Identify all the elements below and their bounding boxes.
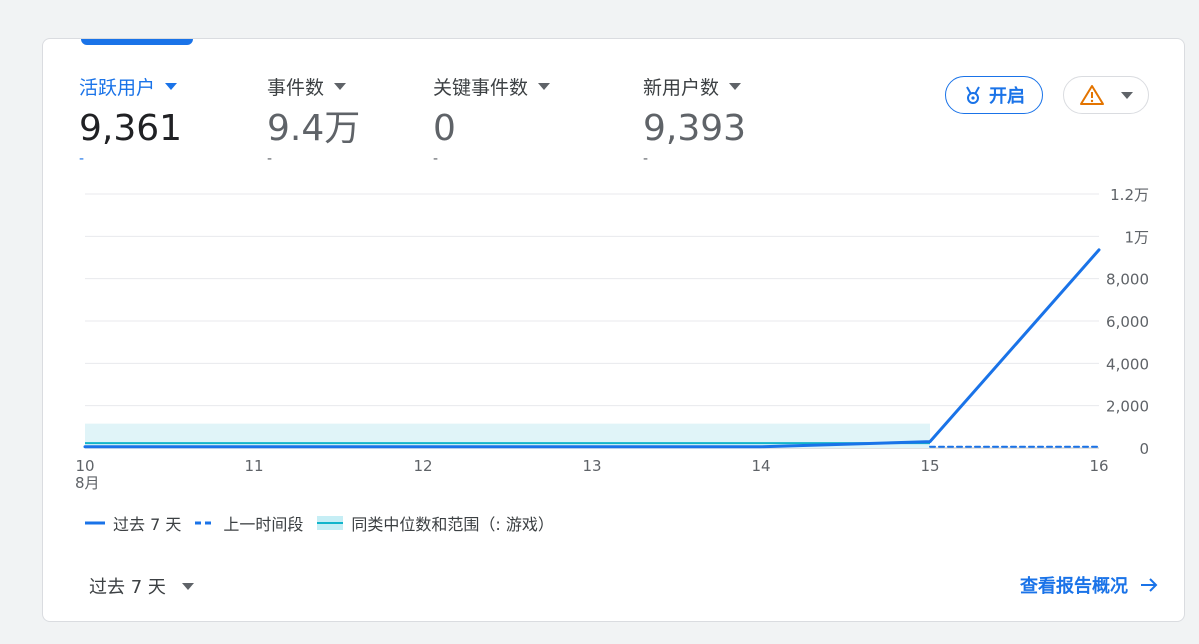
legend-item-current: 过去 7 天 (85, 511, 181, 535)
legend-swatch-band (317, 516, 344, 530)
chart-legend: 过去 7 天 上一时间段 同类中位数和范围（: 游戏） (85, 511, 568, 535)
period-label: 过去 7 天 (89, 577, 166, 598)
period-dropdown[interactable]: 过去 7 天 (89, 573, 194, 599)
y-tick-label: 1万 (1124, 228, 1149, 246)
legend-item-benchmark: 同类中位数和范围（: 游戏） (317, 511, 554, 535)
report-link-label: 查看报告概况 (1020, 576, 1128, 597)
overview-card: 活跃用户 9,361 - 事件数 9.4万 - 关键事件数 0 - 新用户数 9… (42, 38, 1185, 622)
legend-swatch-solid (85, 521, 105, 525)
line-chart: 0 2,000 4,000 6,000 8,000 1万 1.2万 10 11 12 13 14 15 1… (75, 186, 1149, 492)
legend-label: 同类中位数和范围（: 游戏） (351, 515, 554, 534)
legend-label: 上一时间段 (223, 515, 304, 534)
x-tick-label: 12 (413, 457, 432, 475)
arrow-right-icon (1141, 578, 1158, 592)
x-tick-label: 16 (1089, 457, 1108, 475)
x-tick-label: 10 (75, 457, 94, 475)
x-tick-label: 15 (920, 457, 939, 475)
y-tick-label: 8,000 (1106, 271, 1149, 289)
x-tick-label: 11 (244, 457, 263, 475)
chevron-down-icon (181, 582, 194, 590)
view-report-link[interactable]: 查看报告概况 (1020, 572, 1158, 598)
y-tick-label: 4,000 (1106, 355, 1149, 373)
y-tick-label: 0 (1139, 440, 1149, 458)
x-tick-label: 13 (582, 457, 601, 475)
x-month-label: 8月 (75, 474, 100, 492)
y-tick-label: 6,000 (1106, 313, 1149, 331)
legend-label: 过去 7 天 (113, 515, 182, 534)
series-line-current (83, 248, 1101, 449)
y-tick-label: 1.2万 (1110, 186, 1149, 204)
x-tick-label: 14 (751, 457, 770, 475)
legend-swatch-dashed (195, 521, 216, 525)
legend-item-previous: 上一时间段 (195, 511, 303, 535)
y-tick-label: 2,000 (1106, 398, 1149, 416)
